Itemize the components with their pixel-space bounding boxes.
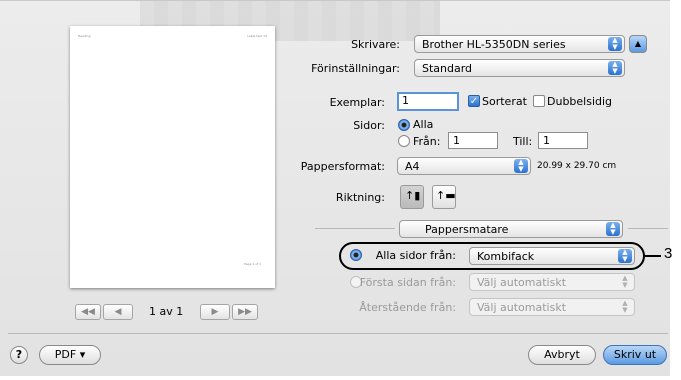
first-page-from-label: Första sidan från: [359, 276, 456, 289]
page-counter: 1 av 1 [149, 305, 184, 318]
pages-label: Sidor: [353, 119, 385, 132]
paper-size-label: Pappersformat: [300, 160, 385, 173]
panel-select[interactable]: Pappersmatare ▲ ▼ [399, 220, 623, 238]
updown-icon: ▲ ▼ [608, 61, 622, 75]
paper-size-value: A4 [405, 160, 420, 173]
preview-header-left: Heading [78, 34, 91, 38]
first-page-button[interactable]: ◀◀ [75, 304, 101, 320]
updown-icon: ▲ ▼ [618, 249, 632, 263]
landscape-icon: ↑▬ [436, 189, 456, 202]
next-page-button[interactable]: ▶ [200, 304, 230, 320]
pages-from-field[interactable]: 1 [448, 132, 498, 149]
updown-icon: ▲ ▼ [622, 274, 628, 289]
pages-all-label: Alla [413, 118, 434, 131]
first-page-source-select[interactable]: Välj automatiskt ▲ ▼ [469, 273, 635, 291]
orientation-label: Riktning: [335, 191, 385, 204]
collated-checkbox[interactable]: ✓ [468, 95, 480, 107]
updown-icon: ▲ ▼ [606, 222, 620, 236]
presets-value: Standard [422, 62, 473, 75]
updown-icon: ▲ ▼ [608, 37, 622, 51]
last-page-button[interactable]: ▶▶ [232, 304, 258, 320]
help-button[interactable]: ? [10, 346, 28, 364]
all-pages-from-radio[interactable] [350, 249, 362, 261]
printer-select[interactable]: Brother HL-5350DN series ▲ ▼ [414, 35, 625, 53]
callout-number: 3 [664, 245, 673, 262]
pages-all-radio[interactable] [398, 119, 410, 131]
remaining-source-value: Välj automatiskt [477, 301, 567, 314]
pages-from-label: Från: [413, 135, 441, 148]
print-button[interactable]: Skriv ut [603, 345, 667, 365]
pages-to-label: Till: [513, 135, 533, 148]
updown-icon: ▲ ▼ [514, 159, 528, 173]
preview-header-right: Label text 12 [247, 34, 267, 38]
divider-right [628, 228, 668, 229]
paper-size-select[interactable]: A4 ▲ ▼ [397, 157, 531, 175]
presets-label: Förinställningar: [311, 62, 400, 75]
preview-footer: Page 1 of 1 [244, 262, 261, 266]
pdf-button[interactable]: PDF ▾ [39, 345, 101, 365]
portrait-icon: ↑▮ [405, 189, 421, 202]
footer-divider [8, 333, 668, 334]
page-preview: Heading Label text 12 Page 1 of 1 [70, 26, 275, 288]
duplex-checkbox[interactable] [533, 95, 545, 107]
print-dialog: Heading Label text 12 Page 1 of 1 ◀◀ ◀ 1… [0, 0, 670, 376]
pages-to-field[interactable]: 1 [538, 132, 588, 149]
copies-field[interactable]: 1 [397, 92, 459, 111]
cancel-button[interactable]: Avbryt [528, 345, 596, 365]
printer-value: Brother HL-5350DN series [422, 38, 566, 51]
paper-size-dimensions: 20.99 x 29.70 cm [537, 161, 617, 171]
portrait-orientation-button[interactable]: ↑▮ [400, 185, 424, 209]
updown-icon: ▲ ▼ [622, 299, 628, 314]
callout-line [645, 255, 661, 257]
pages-from-radio[interactable] [398, 135, 410, 147]
landscape-orientation-button[interactable]: ↑▬ [432, 185, 456, 209]
presets-select[interactable]: Standard ▲ ▼ [414, 59, 625, 77]
all-pages-source-select[interactable]: Kombifack ▲ ▼ [469, 247, 635, 265]
previous-page-button[interactable]: ◀ [103, 304, 133, 320]
collapse-details-button[interactable]: ▲ [629, 35, 647, 53]
panel-value: Pappersmatare [425, 223, 509, 236]
divider-left [315, 228, 395, 229]
remaining-source-select[interactable]: Välj automatiskt ▲ ▼ [469, 298, 635, 316]
first-page-source-value: Välj automatiskt [477, 276, 567, 289]
all-pages-source-value: Kombifack [477, 250, 535, 263]
duplex-label: Dubbelsidig [547, 95, 613, 108]
remaining-from-label: Återstående från: [359, 301, 456, 314]
all-pages-from-label: Alla sidor från: [375, 249, 456, 262]
help-icon: ? [15, 348, 23, 361]
printer-label: Skrivare: [351, 38, 400, 51]
copies-label: Exemplar: [329, 96, 385, 109]
collated-label: Sorterat [482, 95, 527, 108]
